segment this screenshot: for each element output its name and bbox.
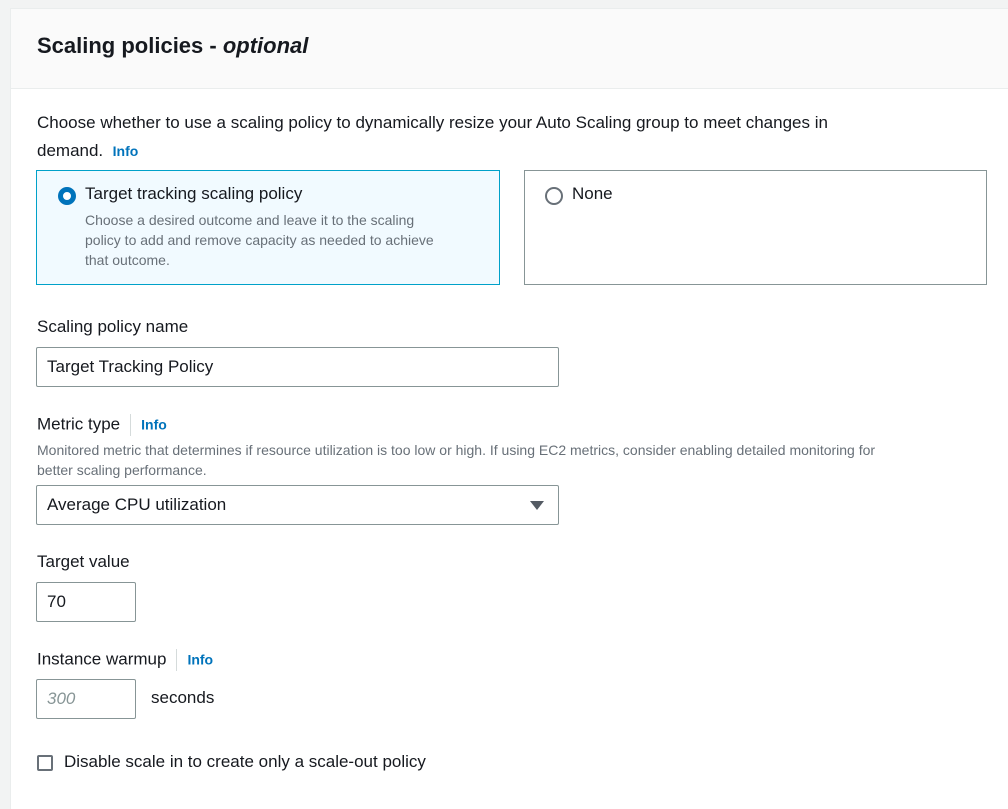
policy-name-input[interactable]: Target Tracking Policy: [36, 347, 559, 387]
instance-warmup-info-link[interactable]: Info: [187, 651, 213, 667]
option-description-line: Choose a desired outcome and leave it to…: [85, 212, 415, 228]
instance-warmup-label-row: Instance warmup Info: [37, 649, 213, 671]
intro-text: Choose whether to use a scaling policy t…: [37, 109, 977, 165]
option-target-tracking-title: Target tracking scaling policy: [85, 184, 303, 203]
instance-warmup-placeholder: 300: [47, 689, 76, 708]
instance-warmup-unit: seconds: [151, 688, 215, 707]
policy-name-value: Target Tracking Policy: [47, 357, 214, 376]
separator: [130, 414, 132, 436]
target-value-input[interactable]: 70: [36, 582, 136, 622]
scaling-policies-panel: Scaling policies - optional Choose wheth…: [10, 8, 1008, 809]
option-none[interactable]: None: [524, 170, 987, 285]
intro-line-2: demand.: [37, 141, 104, 160]
separator: [176, 649, 178, 671]
option-target-tracking[interactable]: Target tracking scaling policy Choose a …: [36, 170, 500, 285]
option-description-line: that outcome.: [85, 252, 170, 268]
disable-scale-in-label[interactable]: Disable scale in to create only a scale-…: [64, 752, 426, 772]
panel-title-text: Scaling policies -: [37, 33, 223, 58]
disable-scale-in-checkbox[interactable]: [37, 755, 53, 771]
metric-type-hint-line: Monitored metric that determines if reso…: [37, 442, 876, 458]
instance-warmup-input[interactable]: 300: [36, 679, 136, 719]
intro-line-1: Choose whether to use a scaling policy t…: [37, 113, 828, 132]
target-value-label: Target value: [37, 552, 130, 571]
caret-down-icon: [530, 501, 544, 510]
option-description-line: policy to add and remove capacity as nee…: [85, 232, 434, 248]
metric-type-info-link[interactable]: Info: [141, 416, 167, 432]
metric-type-select[interactable]: Average CPU utilization: [36, 485, 559, 525]
metric-type-selected-value: Average CPU utilization: [47, 495, 227, 514]
metric-type-label-row: Metric type Info: [37, 414, 167, 436]
radio-none[interactable]: [545, 187, 563, 205]
radio-target-tracking[interactable]: [58, 187, 76, 205]
intro-info-link[interactable]: Info: [113, 143, 139, 159]
panel-title: Scaling policies - optional: [37, 33, 308, 59]
option-target-tracking-description: Choose a desired outcome and leave it to…: [85, 210, 485, 270]
instance-warmup-label: Instance warmup: [37, 649, 167, 669]
metric-type-hint: Monitored metric that determines if reso…: [37, 440, 987, 480]
option-none-title: None: [572, 184, 613, 203]
target-value-value: 70: [47, 592, 66, 611]
panel-title-optional: optional: [222, 33, 309, 58]
metric-type-hint-line: better scaling performance.: [37, 462, 207, 478]
metric-type-label: Metric type: [37, 414, 121, 434]
panel-header: Scaling policies - optional: [11, 9, 1008, 89]
policy-name-label: Scaling policy name: [37, 317, 189, 336]
